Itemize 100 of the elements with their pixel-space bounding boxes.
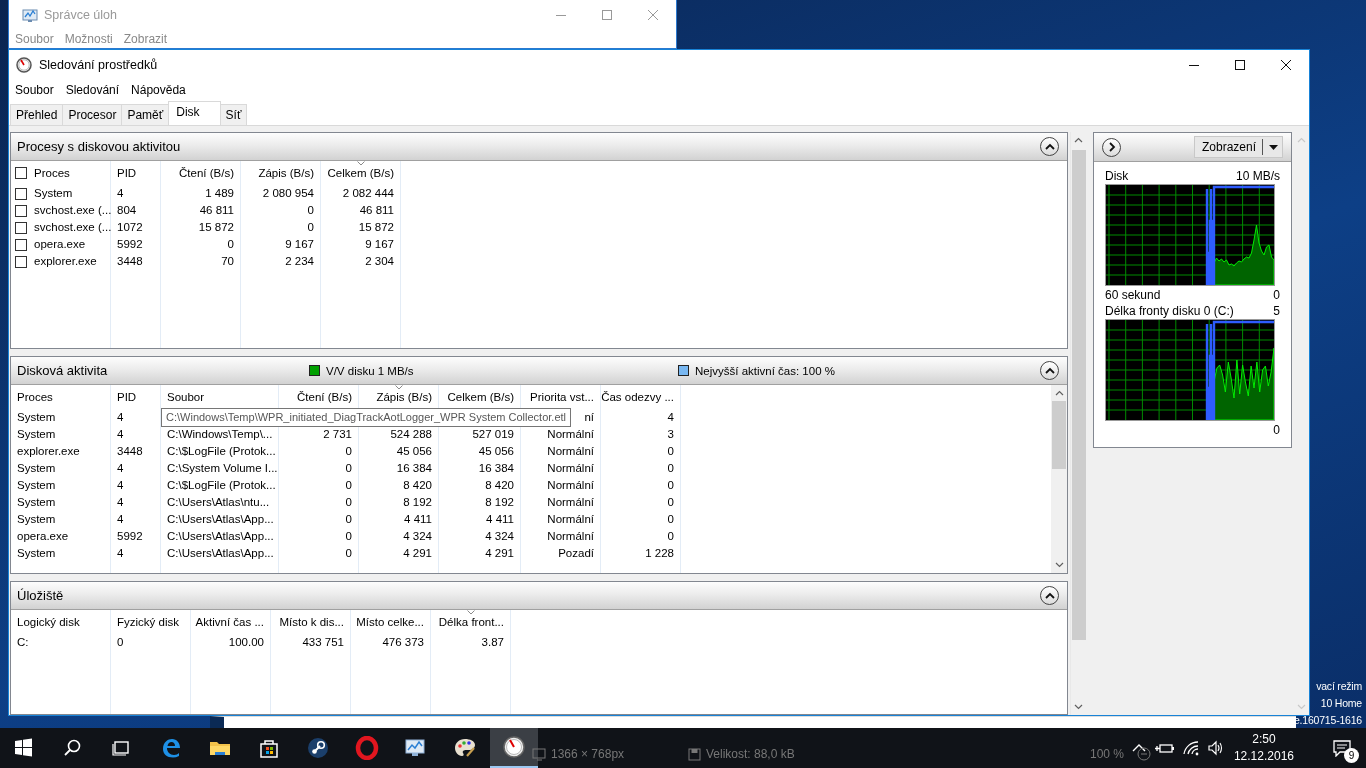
scrollbar[interactable] bbox=[1051, 385, 1067, 573]
column-header[interactable]: PID bbox=[117, 167, 137, 179]
column-header[interactable]: Zápis (B/s) bbox=[376, 391, 432, 403]
collapse-button[interactable] bbox=[1040, 361, 1059, 380]
tab[interactable]: Přehled bbox=[10, 104, 64, 125]
expand-button[interactable] bbox=[1102, 137, 1121, 157]
table-cell-text: System bbox=[34, 186, 73, 201]
column-header[interactable]: PID bbox=[117, 391, 137, 403]
table-cell-text: 0 bbox=[345, 546, 352, 561]
column-header[interactable]: Místo celke... bbox=[356, 616, 424, 628]
checkbox[interactable] bbox=[15, 255, 27, 268]
table-cell-text: 0 bbox=[667, 444, 674, 459]
axis-label: 0 bbox=[1273, 422, 1280, 437]
menu-item[interactable]: Možnosti bbox=[58, 32, 118, 46]
zoom-level: 100 % bbox=[1090, 747, 1125, 761]
scrollbar-thumb[interactable] bbox=[1071, 150, 1086, 640]
column-header[interactable]: Proces bbox=[17, 391, 53, 403]
table-cell-text: svchost.exe (... bbox=[34, 220, 112, 235]
chevron-up-icon bbox=[1044, 366, 1055, 375]
column-header[interactable]: Čtení (B/s) bbox=[179, 167, 234, 179]
clock[interactable]: 2:50 12.12.2016 bbox=[1227, 731, 1304, 765]
scrollbar-thumb[interactable] bbox=[1052, 401, 1066, 469]
collapse-button[interactable] bbox=[1040, 137, 1059, 156]
table-cell-text: 5992 bbox=[117, 529, 143, 544]
column-header[interactable]: Proces bbox=[34, 167, 70, 179]
table-cell-text: 476 373 bbox=[382, 635, 424, 650]
file-size: Velikost: 88,0 kB bbox=[706, 747, 795, 761]
column-header[interactable]: Soubor bbox=[167, 391, 205, 403]
collapse-button[interactable] bbox=[1040, 586, 1059, 605]
table-cell-text: 3.87 bbox=[481, 635, 504, 650]
monitor-icon bbox=[532, 747, 546, 761]
column-header[interactable]: Fyzický disk bbox=[117, 616, 179, 628]
column-header[interactable]: Délka front... bbox=[438, 616, 504, 628]
chevron-down-icon[interactable] bbox=[1074, 704, 1083, 710]
axis-label: 60 sekund bbox=[1105, 287, 1161, 302]
table-cell-text: Normální bbox=[547, 444, 594, 459]
menu-item[interactable]: Soubor bbox=[9, 32, 59, 46]
chevron-up-icon bbox=[1044, 142, 1055, 151]
scrollbar[interactable] bbox=[1070, 132, 1086, 715]
column-header[interactable]: Zápis (B/s) bbox=[258, 167, 314, 179]
column-header[interactable]: Priorita vst... bbox=[530, 391, 594, 403]
menu-item[interactable]: Soubor bbox=[9, 83, 60, 97]
column-header[interactable]: Aktivní čas ... bbox=[195, 616, 264, 628]
table-cell-text: 15 872 bbox=[358, 220, 394, 235]
column-header[interactable]: Místo k dis... bbox=[279, 616, 344, 628]
menu-item[interactable]: Sledování bbox=[59, 83, 126, 97]
desktop-notice-line: vací režim bbox=[1316, 679, 1362, 694]
table-cell-text: 4 bbox=[117, 410, 124, 425]
wifi-icon[interactable] bbox=[1182, 740, 1200, 756]
table-cell-text: explorer.exe bbox=[17, 444, 80, 459]
table-cell-text: 2 304 bbox=[365, 254, 394, 269]
column-header[interactable]: Logický disk bbox=[17, 616, 80, 628]
tab[interactable]: Síť bbox=[219, 104, 248, 125]
menu-item[interactable]: Nápověda bbox=[125, 83, 192, 97]
table-cell-text: 4 bbox=[117, 495, 124, 510]
window-title: Správce úloh bbox=[44, 8, 117, 22]
column-header[interactable]: Celkem (B/s) bbox=[327, 167, 394, 179]
tooltip: C:\Windows\Temp\WPR_initiated_DiagTrackAotLogger_WPR System Collector.etl bbox=[161, 408, 572, 427]
checkbox[interactable] bbox=[15, 238, 27, 251]
table-cell-text: 0 bbox=[345, 478, 352, 493]
table-cell-text: 4 bbox=[117, 186, 124, 201]
table-cell-text: 4 411 bbox=[404, 512, 432, 527]
table-cell-text: ní bbox=[584, 410, 594, 425]
maximize-icon bbox=[602, 10, 612, 20]
tab[interactable]: Procesor bbox=[62, 104, 123, 125]
table-cell-text: C:\Users\Atlas\App... bbox=[167, 529, 274, 544]
menu-item[interactable]: Zobrazit bbox=[117, 32, 173, 46]
zoom-out-icon bbox=[1137, 747, 1152, 761]
table-cell-text: 0 bbox=[307, 220, 314, 235]
column-header[interactable]: Čtení (B/s) bbox=[297, 391, 352, 403]
table-cell-text: System bbox=[17, 512, 56, 527]
chevron-down-icon[interactable] bbox=[1054, 562, 1064, 568]
table-cell-text: 45 056 bbox=[396, 444, 432, 459]
gauge-icon bbox=[502, 735, 526, 759]
table-cell-text: 0 bbox=[345, 495, 352, 510]
taskbar-button[interactable] bbox=[490, 728, 538, 768]
panel-title: Úložiště bbox=[17, 588, 65, 603]
table-cell-text: 46 811 bbox=[199, 203, 234, 218]
table-cell-text: 2 082 444 bbox=[342, 186, 394, 201]
table-cell-text: 0 bbox=[345, 529, 352, 544]
checkbox[interactable] bbox=[15, 187, 27, 200]
tab[interactable]: Paměť bbox=[121, 104, 170, 125]
notification-icon[interactable] bbox=[1332, 739, 1352, 757]
column-header[interactable]: Celkem (B/s) bbox=[447, 391, 514, 403]
chevron-up-icon bbox=[1296, 137, 1306, 143]
view-dropdown[interactable]: Zobrazení bbox=[1193, 136, 1283, 158]
monitor-icon bbox=[22, 7, 38, 23]
table-cell-text: 4 291 bbox=[485, 546, 514, 561]
table-cell-text: 4 324 bbox=[403, 529, 432, 544]
table-cell-text: Normální bbox=[547, 478, 594, 493]
save-icon bbox=[688, 747, 701, 761]
table-cell-text: Normální bbox=[547, 461, 594, 476]
column-header[interactable]: Čas odezvy ... bbox=[601, 391, 674, 403]
table-cell-text: opera.exe bbox=[34, 237, 86, 252]
panel-title: Procesy s diskovou aktivitou bbox=[17, 139, 182, 154]
checkbox[interactable] bbox=[15, 167, 27, 179]
volume-icon[interactable] bbox=[1207, 740, 1224, 756]
checkbox[interactable] bbox=[15, 221, 27, 234]
table-cell-text: 15 872 bbox=[198, 220, 234, 235]
checkbox[interactable] bbox=[15, 204, 27, 217]
